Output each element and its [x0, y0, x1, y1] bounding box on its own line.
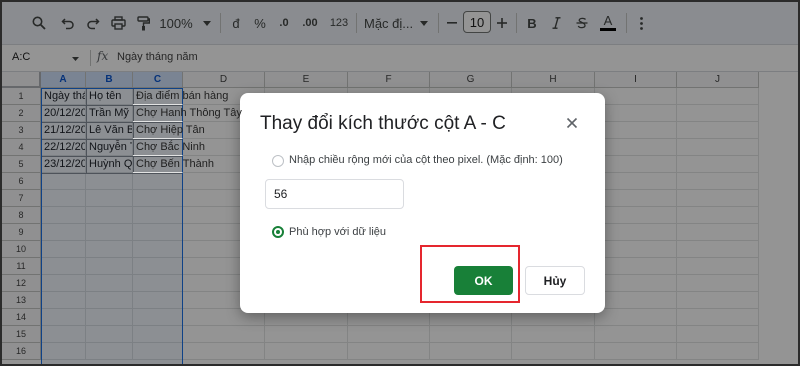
cell[interactable]: Chợ Hiệp Tân	[133, 122, 205, 139]
radio-fit-to-data-label: Phù hợp với dữ liệu	[289, 226, 387, 238]
radio-fit-to-data[interactable]	[272, 226, 284, 238]
cell[interactable]: Chợ Bắc Ninh	[133, 139, 205, 156]
radio-pixel-width-label: Nhập chiều rộng mới của cột theo pixel. …	[289, 154, 563, 166]
dialog-title: Thay đổi kích thước cột A - C	[260, 113, 506, 134]
cell[interactable]: Chợ Bến Thành	[133, 156, 214, 173]
cancel-button[interactable]: Hủy	[525, 266, 585, 295]
column-width-input[interactable]	[265, 179, 404, 209]
spreadsheet-window: 100% đ % .0 .00 123 Mặc đị... 10 B A A:C…	[0, 0, 800, 366]
cell[interactable]: Địa điểm bán hàng	[133, 88, 228, 105]
ok-button[interactable]: OK	[454, 266, 513, 295]
cell[interactable]: Chợ Hanh Thông Tây	[133, 105, 242, 122]
close-icon[interactable]	[564, 115, 580, 131]
resize-columns-dialog: Thay đổi kích thước cột A - C Nhập chiều…	[240, 93, 605, 313]
radio-pixel-width[interactable]	[272, 155, 284, 167]
